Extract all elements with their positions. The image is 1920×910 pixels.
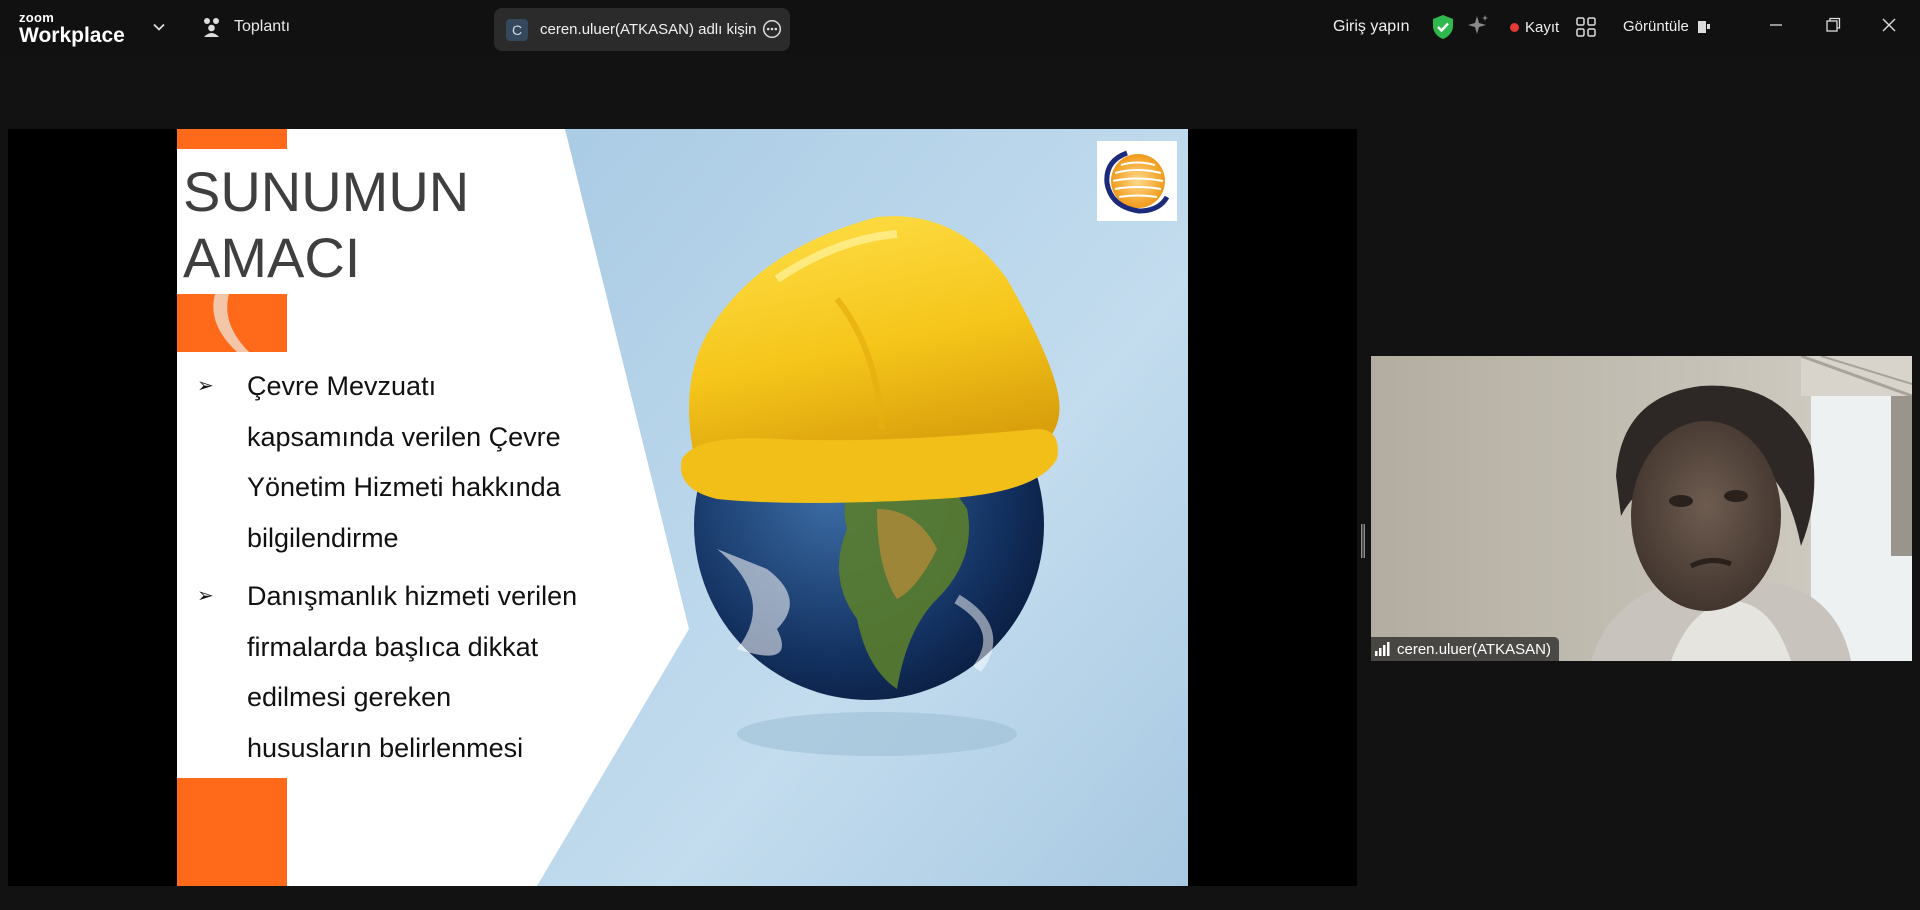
participant-video <box>1371 356 1912 661</box>
slide-bullet-1: ➢ Çevre Mevzuatı kapsamında verilen Çevr… <box>197 361 617 563</box>
logo-big-text: Workplace <box>19 24 125 47</box>
share-pill-text: ceren.uluer(ATKASAN) adlı kişinin <box>540 21 756 38</box>
slide-title: SUNUMUN AMACI <box>183 159 469 291</box>
participant-name: ceren.uluer(ATKASAN) <box>1397 640 1551 658</box>
chevron-down-icon[interactable] <box>150 18 168 36</box>
logo-small-text: zoom <box>19 10 55 25</box>
bullet-1-line-3: Yönetim Hizmeti hakkında <box>247 472 561 502</box>
bullet-1-line-2: kapsamında verilen Çevre <box>247 421 561 452</box>
bullet-2-line-2: firmalarda başlıca dikkat <box>247 631 539 662</box>
close-icon[interactable] <box>1878 14 1900 36</box>
participant-name-tag: ceren.uluer(ATKASAN) <box>1371 637 1559 661</box>
view-button[interactable]: Görüntüle <box>1623 18 1711 35</box>
view-layout-icon <box>1697 20 1710 33</box>
sign-in-link[interactable]: Giriş yapın <box>1333 18 1409 36</box>
bullet-1-line-4: bilgilendirme <box>247 522 399 553</box>
shared-screen[interactable]: SUNUMUN AMACI ➢ Çevre Mevzuatı kapsamınd… <box>8 129 1357 886</box>
apps-grid-icon[interactable] <box>1576 17 1596 37</box>
signal-strength-icon <box>1375 642 1390 656</box>
meeting-label: Toplantı <box>234 18 291 35</box>
bullet-2-line-4: hususların belirlenmesi <box>247 732 524 763</box>
arrow-bullet-icon: ➢ <box>197 375 214 397</box>
record-button[interactable]: Kayıt <box>1510 19 1559 36</box>
company-emblem-icon <box>1097 141 1177 221</box>
arrow-bullet-icon: ➢ <box>197 585 214 607</box>
title-bar: zoom Workplace Toplantı C ceren.uluer(AT… <box>0 0 1920 55</box>
minimize-icon[interactable] <box>1765 14 1787 36</box>
screen-share-indicator[interactable]: C ceren.uluer(ATKASAN) adlı kişinin <box>494 8 790 51</box>
record-label: Kayıt <box>1525 19 1560 36</box>
more-options-icon[interactable] <box>762 19 782 39</box>
slide-bullet-2: ➢ Danışmanlık hizmeti verilen firmalarda… <box>197 571 617 773</box>
record-dot-icon <box>1510 23 1519 32</box>
resize-handle[interactable] <box>1361 524 1365 558</box>
bullet-2-line-3: edilmesi gereken <box>247 682 452 712</box>
participants-icon <box>204 18 219 37</box>
meeting-menu-button[interactable]: Toplantı <box>200 16 290 38</box>
view-label: Görüntüle <box>1623 18 1689 35</box>
ai-sparkle-icon[interactable] <box>1466 14 1490 38</box>
participant-video-tile[interactable]: ceren.uluer(ATKASAN) <box>1371 356 1912 661</box>
bullet-2-line-1: Danışmanlık hizmeti verilen <box>247 581 578 611</box>
sharer-avatar: C <box>506 18 528 41</box>
slide-title-line-2: AMACI <box>183 226 361 289</box>
presentation-slide: SUNUMUN AMACI ➢ Çevre Mevzuatı kapsamınd… <box>177 129 1188 886</box>
slide-title-line-1: SUNUMUN <box>183 160 470 223</box>
bullet-1-line-1: Çevre Mevzuatı <box>247 371 437 401</box>
restore-icon[interactable] <box>1822 14 1844 36</box>
shield-check-icon[interactable] <box>1431 14 1455 40</box>
zoom-workplace-logo: zoom Workplace <box>19 11 125 46</box>
